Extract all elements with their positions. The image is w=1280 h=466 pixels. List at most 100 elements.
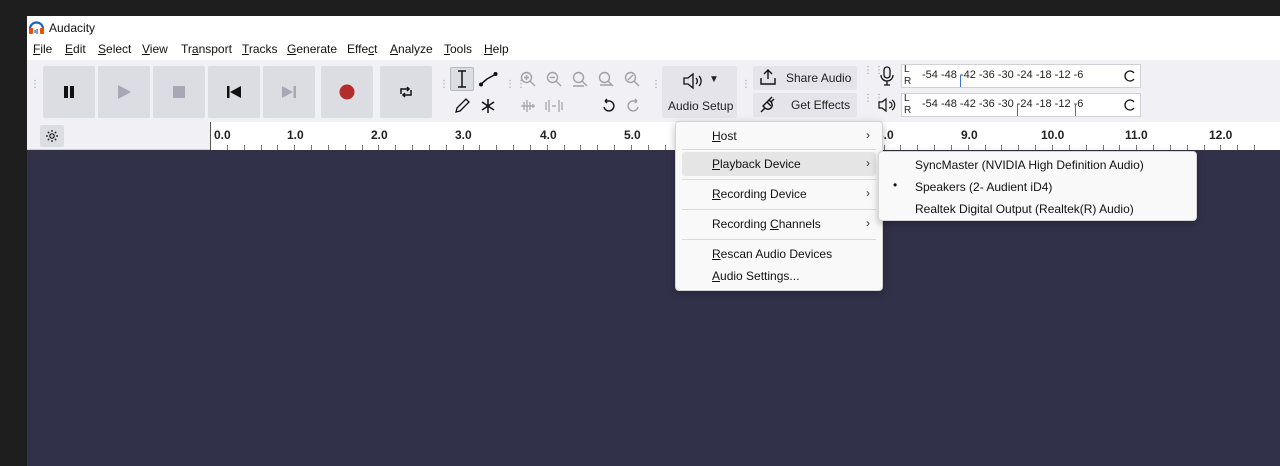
ruler-minor-tick [1119, 145, 1120, 150]
zoom-out-button[interactable] [542, 67, 566, 91]
zoom-toggle-button[interactable] [620, 67, 644, 91]
playback-device-option[interactable]: • Speakers (2- Audient iD4) [885, 175, 1190, 199]
toolbar-grip[interactable]: ⋮⋮ [30, 80, 51, 90]
menu-tools[interactable]: Tools [444, 42, 472, 56]
share-audio-button[interactable]: Share Audio [753, 66, 857, 90]
timeline-ruler[interactable]: 0.0 1.0 2.0 3.0 4.0 5.0 8.0 9.0 10.0 11.… [27, 122, 1280, 150]
ruler-tick-label: 2.0 [371, 128, 388, 142]
trim-audio-icon [521, 100, 535, 112]
ruler-tick-label: 0.0 [214, 128, 231, 142]
toolbar-grip[interactable]: ⋮⋮ [741, 80, 762, 90]
ruler-minor-tick [513, 145, 514, 150]
loop-button[interactable] [380, 66, 432, 118]
toolbar-grip[interactable]: ⋮⋮ [863, 66, 884, 76]
menu-edit[interactable]: Edit [65, 42, 86, 56]
meter-options-icon [1124, 70, 1135, 82]
asterisk-icon [481, 99, 495, 113]
playback-device-option-label: SyncMaster (NVIDIA High Definition Audio… [915, 158, 1144, 172]
i-beam-icon [458, 70, 466, 88]
undo-button[interactable] [596, 94, 620, 118]
menu-tracks[interactable]: Tracks [242, 42, 278, 56]
ruler-minor-tick [648, 145, 649, 150]
toolbar-grip[interactable]: ⋮⋮ [863, 94, 884, 104]
fit-selection-button[interactable] [568, 67, 592, 91]
menu-effect[interactable]: Effect [347, 42, 377, 56]
zoom-in-icon [520, 71, 536, 87]
ruler-minor-tick [530, 145, 531, 150]
draw-tool-button[interactable] [450, 94, 474, 118]
playback-device-option[interactable]: Realtek Digital Output (Realtek(R) Audio… [885, 197, 1190, 221]
selection-tool-button[interactable] [450, 67, 474, 91]
menu-generate[interactable]: Generate [287, 42, 337, 56]
record-button[interactable] [321, 66, 373, 118]
ruler-minor-tick [395, 145, 396, 150]
ruler-minor-tick [1187, 145, 1188, 150]
undo-icon [603, 98, 615, 112]
menu-item-playback-device-label: Playback Device [712, 157, 801, 171]
play-icon [118, 85, 131, 99]
meter-right-label: R [904, 105, 912, 116]
menu-analyze[interactable]: Analyze [390, 42, 433, 56]
ruler-minor-tick [328, 145, 329, 150]
gear-icon [46, 130, 58, 142]
chevron-right-icon: › [866, 216, 870, 230]
ruler-minor-tick [311, 145, 312, 150]
menu-item-audio-settings-label: Audio Settings... [712, 269, 800, 283]
toolbar-grip[interactable]: ⋮⋮ [505, 80, 526, 90]
title-bar: Audacity [27, 16, 1280, 40]
skip-to-start-button[interactable] [208, 66, 260, 118]
get-effects-button[interactable]: Get Effects [753, 93, 857, 117]
menu-help[interactable]: Help [484, 42, 509, 56]
audio-setup-label: Audio Setup [668, 99, 734, 113]
ruler-minor-tick [985, 145, 986, 150]
ruler-minor-tick [345, 145, 346, 150]
ruler-minor-tick [547, 145, 548, 150]
audio-setup-button[interactable]: ▼ Audio Setup [662, 66, 737, 118]
menu-item-recording-channels[interactable]: Recording Channels › [682, 212, 876, 236]
ruler-minor-tick [412, 145, 413, 150]
playback-meter-button[interactable] [875, 93, 899, 117]
menu-file[interactable]: File [33, 42, 52, 56]
meter-channel-labels: LR [904, 93, 911, 117]
zoom-in-button[interactable] [516, 67, 540, 91]
ruler-minor-tick [1086, 145, 1087, 150]
menu-select[interactable]: Select [98, 42, 131, 56]
audio-setup-menu: Host › Playback Device › Recording Device ›… [675, 121, 883, 291]
redo-button[interactable] [622, 94, 646, 118]
menu-item-audio-settings[interactable]: Audio Settings... [682, 264, 876, 288]
recording-meter[interactable]: LR -54 -48 -42 -36 -30 -24 -18 -12 -6 [901, 64, 1141, 88]
stop-button[interactable] [153, 66, 205, 118]
trim-button[interactable] [516, 94, 540, 118]
play-button[interactable] [98, 66, 150, 118]
menu-separator [682, 239, 876, 240]
playback-device-option[interactable]: SyncMaster (NVIDIA High Definition Audio… [885, 153, 1190, 177]
ruler-minor-tick [1204, 145, 1205, 150]
ruler-tick-label: 5.0 [624, 128, 641, 142]
multi-tool-button[interactable] [476, 94, 500, 118]
ruler-minor-tick [580, 145, 581, 150]
window-title: Audacity [49, 21, 96, 35]
menu-item-recording-device[interactable]: Recording Device › [682, 182, 876, 206]
menu-view[interactable]: View [142, 42, 168, 56]
playback-meter[interactable]: LR -54 -48 -42 -36 -30 -24 -18 -12 -6 [901, 93, 1141, 117]
record-meter-button[interactable] [875, 64, 899, 88]
menu-item-rescan-audio-devices[interactable]: Rescan Audio Devices [682, 242, 876, 266]
toolbar-grip[interactable]: ⋮⋮ [439, 80, 460, 90]
meter-right-label: R [904, 76, 912, 87]
fit-project-button[interactable] [594, 67, 618, 91]
timeline-options-button[interactable] [40, 125, 64, 147]
pause-button[interactable] [43, 66, 95, 118]
menu-item-playback-device[interactable]: Playback Device › [682, 152, 876, 176]
envelope-tool-button[interactable] [476, 67, 500, 91]
audacity-logo-icon [28, 21, 45, 34]
menu-item-host-label: Host [712, 129, 737, 143]
menu-transport[interactable]: Transport [181, 42, 232, 56]
ruler-minor-tick [900, 145, 901, 150]
skip-to-end-button[interactable] [263, 66, 315, 118]
meter-options-icon [1124, 99, 1135, 111]
silence-button[interactable] [542, 94, 566, 118]
redo-icon [627, 98, 639, 112]
chevron-right-icon: › [866, 128, 870, 142]
toolbar-grip[interactable]: ⋮⋮ [651, 80, 672, 90]
menu-item-host[interactable]: Host › [682, 124, 876, 148]
